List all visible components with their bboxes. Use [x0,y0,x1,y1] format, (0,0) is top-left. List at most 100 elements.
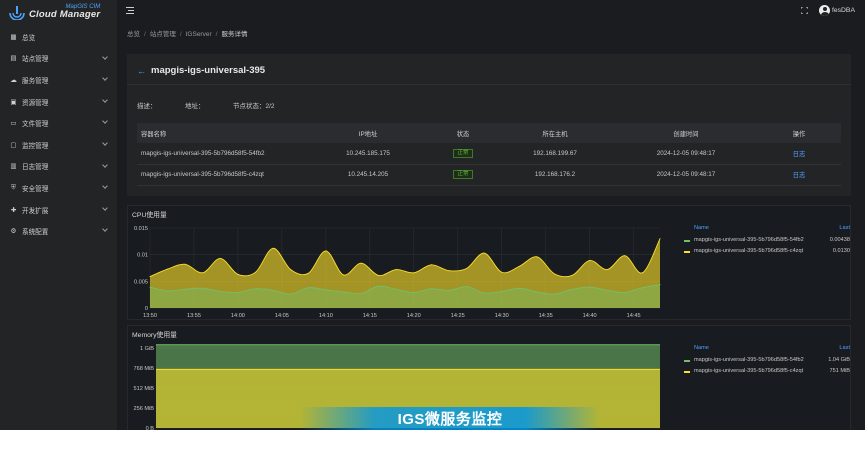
y-tick-label: 0 B [146,426,155,430]
legend-series-name: mapgis-igs-universal-395-5b796d58f5-c4zq… [694,368,804,374]
series-54fb2-point [149,286,151,288]
menu-toggle-icon[interactable] [126,7,134,14]
legend-name-header[interactable]: Name [694,225,709,235]
back-arrow-icon[interactable]: ← [137,66,146,76]
sidebar-item-4[interactable]: ▭ 文件管理 [0,112,117,134]
legend-item[interactable]: mapgis-igs-universal-395-5b796d58f5-c4zq… [684,366,850,377]
logs-link[interactable]: 日志 [793,151,806,158]
series-c4zqt-point [589,260,591,262]
sidebar-item-2[interactable]: ☁ 服务管理 [0,69,117,91]
sidebar-item-3[interactable]: ▣ 资源管理 [0,91,117,113]
service-title: mapgis-igs-universal-395 [151,65,266,76]
breadcrumb-item[interactable]: 站点管理 [150,31,176,38]
series-c4zqt-point [307,272,309,274]
series-54fb2-point [290,293,292,295]
logo-icon [9,6,25,20]
chevron-down-icon [102,161,108,168]
legend-item[interactable]: mapgis-igs-universal-395-5b796d58f5-54fb… [684,355,850,366]
series-c4zqt-point [536,256,538,258]
user-avatar[interactable] [819,5,830,16]
series-c4zqt-point [466,268,468,270]
col-header-host: 所在主机 [495,123,615,143]
table-row: mapgis-igs-universal-395-5b796d58f5-c4zq… [137,164,841,186]
username-label[interactable]: fesDBA [832,7,855,14]
series-54fb2-point [624,292,626,294]
legend-name-header[interactable]: Name [694,345,709,355]
sidebar-item-1[interactable]: ▤ 站点管理 [0,48,117,70]
monitor-icon: ▢ [10,141,17,149]
series-54fb2-point [237,292,239,294]
series-54fb2-point [571,288,573,290]
col-header-ip: IP地址 [305,123,431,143]
host-cell: 192.168.176.2 [495,164,615,186]
col-header-created: 创建时间 [615,123,757,143]
cpu-legend: Name Last mapgis-igs-universal-395-5b796d… [684,225,850,257]
series-c4zqt-point [149,276,151,278]
series-54fb2-point [167,290,169,292]
table-header-row: 容器名称 IP地址 状态 所在主机 创建时间 操作 [137,123,841,143]
fullscreen-icon[interactable] [800,6,809,15]
series-c4zqt-point [378,274,380,276]
sidebar-item-8[interactable]: ✚ 开发扩展 [0,199,117,221]
series-c4zqt-point [518,265,520,267]
y-tick-label: 256 MiB [133,406,154,412]
series-54fb2-point [641,287,643,289]
puzzle-icon: ✚ [10,206,17,214]
legend-last-value: 0.0130 [832,248,850,254]
sidebar-item-6[interactable]: ▥ 日志管理 [0,156,117,178]
sidebar-item-9[interactable]: ⚙ 系统配置 [0,220,117,242]
description-label: 描述： [137,103,157,110]
breadcrumb-current: 服务详情 [221,31,248,38]
series-54fb2-point [378,285,380,287]
series-c4zqt-point [659,238,661,240]
series-c4zqt-point [290,269,292,271]
sidebar-item-0[interactable]: ▦ 总览 [0,26,117,48]
series-c4zqt-point [395,269,397,271]
breadcrumb-item[interactable]: 总览 [127,31,140,38]
sidebar-item-5[interactable]: ▢ 监控管理 [0,134,117,156]
created-cell: 2024-12-05 09:48:17 [615,143,757,165]
legend-item[interactable]: mapgis-igs-universal-395-5b796d58f5-54fb… [684,235,850,246]
site-icon: ▤ [10,55,17,63]
sidebar-item-label: 开发扩展 [22,207,49,215]
series-c4zqt-point [413,272,415,274]
action-cell: 日志 [757,164,841,186]
series-c4zqt-point [606,269,608,271]
legend-last-header[interactable]: Last [839,345,850,355]
series-54fb2-point [360,293,362,295]
sidebar-nav: ▦ 总览 ▤ 站点管理 ☁ 服务管理 ▣ 资源管理 ▭ 文件管理 ▢ 监控管理 ▥ 日志管理 ⛨ 安全管理 ✚ 开… [0,26,117,242]
status-badge: 正常 [453,148,473,158]
legend-series-name: mapgis-igs-universal-395-5b796d58f5-54fb… [694,237,804,243]
container-name-cell: mapgis-igs-universal-395-5b796d58f5-c4zq… [137,164,305,186]
folder-icon: ▭ [10,120,17,128]
series-54fb2-point [202,287,204,289]
series-54fb2-point [325,289,327,291]
ip-cell: 10.245.185.175 [305,143,431,165]
y-tick-label: 1 GiB [140,346,154,352]
breadcrumb-item[interactable]: IGServer [186,31,212,38]
series-c4zqt-point [641,272,643,274]
x-tick-label: 14:10 [319,313,333,319]
legend-last-header[interactable]: Last [839,225,850,235]
series-54fb2-point [342,291,344,293]
logs-link[interactable]: 日志 [793,172,806,179]
y-tick-label: 512 MiB [133,386,154,392]
sidebar-item-label: 总览 [22,34,36,42]
node-status-label: 节点状态：2/2 [233,103,275,110]
legend-last-value: 0.00438 [829,237,850,243]
series-c4zqt-point [167,268,169,270]
y-tick-label: 768 MiB [133,366,154,372]
chevron-down-icon [102,118,108,125]
container-name-cell: mapgis-igs-universal-395-5b796d58f5-54fb… [137,143,305,165]
series-54fb2-point [413,292,415,294]
sidebar: MapGIS CIM Cloud Manager ▦ 总览 ▤ 站点管理 ☁ 服务管理 ▣ 资… [0,0,117,430]
address-label: 地址： [185,103,205,110]
series-54fb2-point [272,289,274,291]
chevron-down-icon [102,75,108,82]
series-c4zqt-point [483,252,485,254]
cloud-icon: ☁ [10,76,17,84]
x-tick-label: 14:25 [451,313,465,319]
sidebar-item-7[interactable]: ⛨ 安全管理 [0,177,117,199]
app-logo[interactable]: MapGIS CIM Cloud Manager [0,0,117,24]
legend-item[interactable]: mapgis-igs-universal-395-5b796d58f5-c4zq… [684,246,850,257]
